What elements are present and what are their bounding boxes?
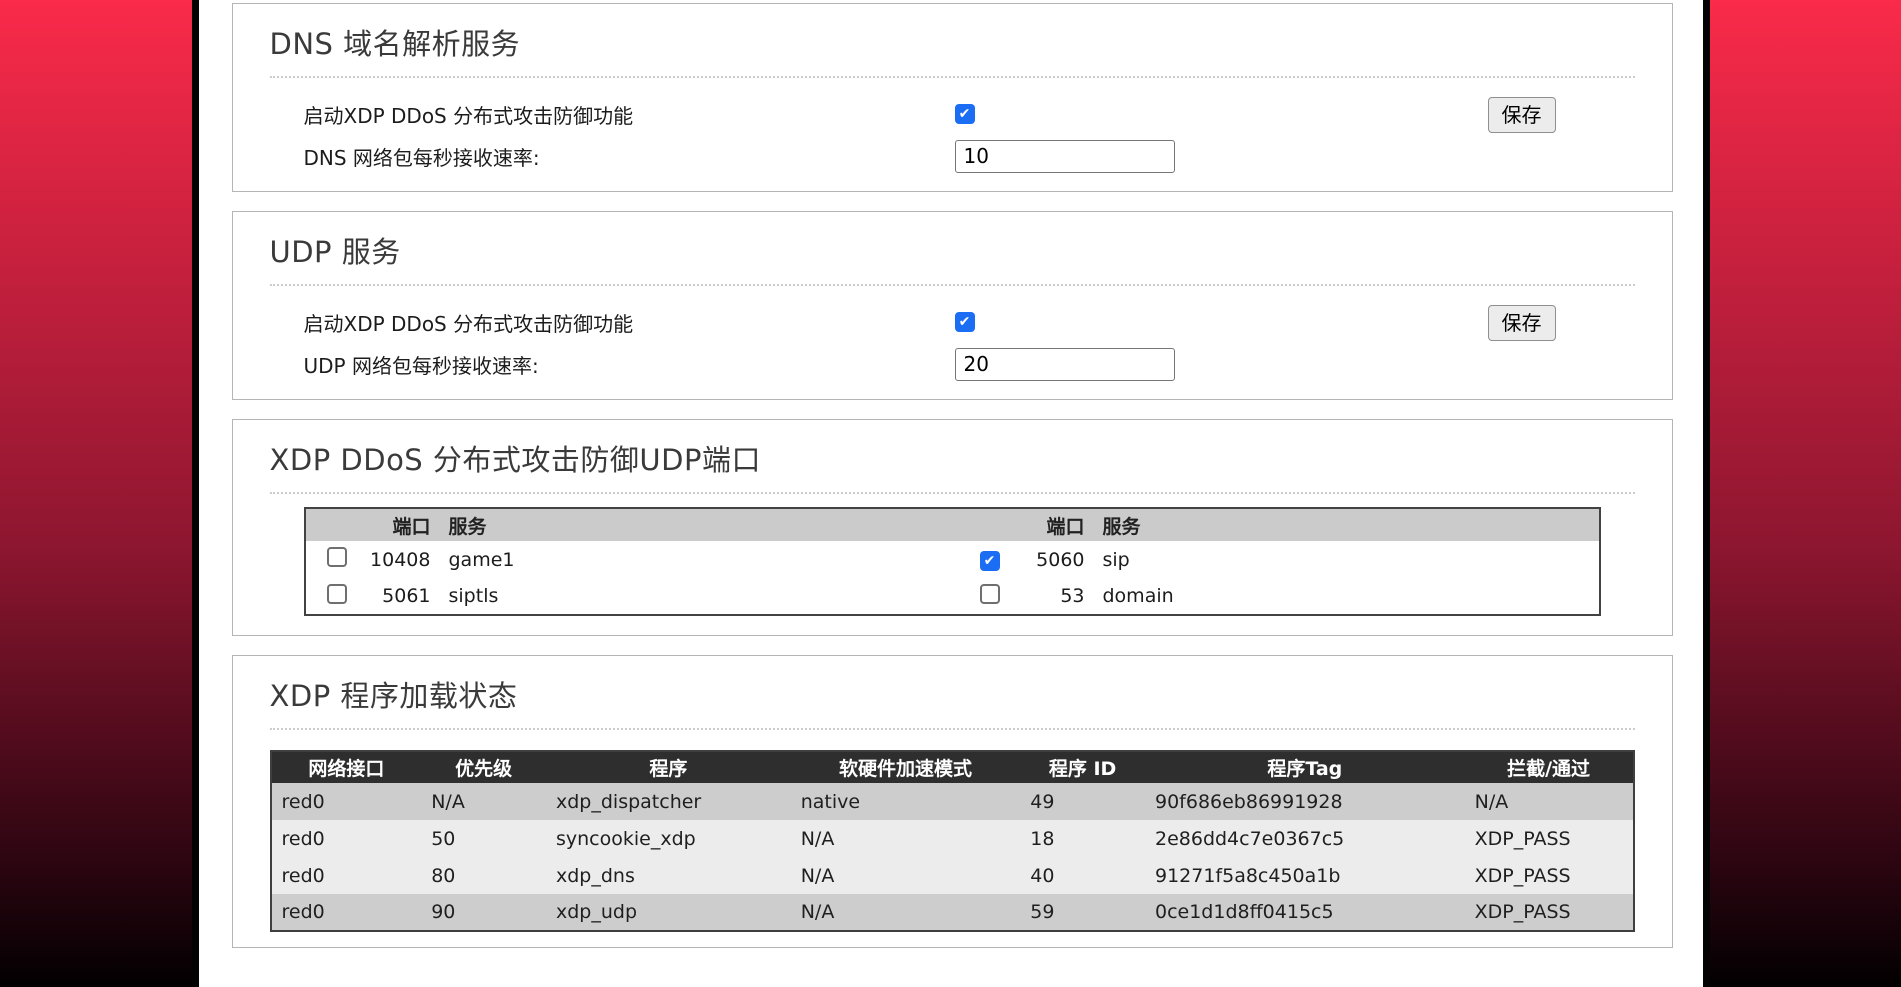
- cell-action: XDP_PASS: [1465, 820, 1634, 857]
- cell-id: 18: [1020, 820, 1145, 857]
- port-number: 10408: [360, 541, 433, 578]
- section-udp: UDP 服务 启动XDP DDoS 分布式攻击防御功能 UDP 网络包每秒接收速…: [232, 211, 1673, 400]
- cell-mode: native: [791, 783, 1021, 820]
- dns-enable-checkbox[interactable]: [955, 104, 975, 124]
- dns-rate-input[interactable]: [955, 140, 1175, 173]
- section-status: XDP 程序加载状态 网络接口 优先级 程序 软硬件加速模式 程序 ID 程序T…: [232, 655, 1673, 948]
- cell-program: xdp_dispatcher: [546, 783, 791, 820]
- cell-tag: 90f686eb86991928: [1145, 783, 1465, 820]
- cell-interface: red0: [271, 783, 422, 820]
- udp-enable-label: 启动XDP DDoS 分布式攻击防御功能: [304, 308, 955, 337]
- divider: [270, 492, 1635, 494]
- cell-priority: N/A: [421, 783, 546, 820]
- status-header-program: 程序: [546, 751, 791, 783]
- section-status-title: XDP 程序加载状态: [270, 676, 1635, 716]
- port-number: 5060: [1014, 541, 1087, 578]
- ports-header-port: 端口: [360, 508, 433, 541]
- section-dns-title: DNS 域名解析服务: [270, 24, 1635, 64]
- divider: [270, 76, 1635, 78]
- udp-rate-label: UDP 网络包每秒接收速率:: [304, 350, 955, 379]
- cell-program: xdp_udp: [546, 894, 791, 931]
- status-header-action: 拦截/通过: [1465, 751, 1634, 783]
- divider: [270, 728, 1635, 730]
- port-number: 5061: [360, 578, 433, 615]
- port-checkbox-5060[interactable]: [980, 551, 1000, 571]
- status-header-priority: 优先级: [421, 751, 546, 783]
- port-checkbox-5061[interactable]: [327, 584, 347, 604]
- content-panel: DNS 域名解析服务 启动XDP DDoS 分布式攻击防御功能 DNS 网络包每…: [192, 0, 1710, 987]
- status-header-tag: 程序Tag: [1145, 751, 1465, 783]
- cell-mode: N/A: [791, 857, 1021, 894]
- port-service: domain: [1087, 578, 1600, 615]
- cell-program: syncookie_xdp: [546, 820, 791, 857]
- ports-table-row: 10408 game1 5060 sip: [305, 541, 1600, 578]
- port-checkbox-10408[interactable]: [327, 547, 347, 567]
- cell-id: 49: [1020, 783, 1145, 820]
- ports-header-spacer: [305, 508, 360, 541]
- dns-rate-label: DNS 网络包每秒接收速率:: [304, 142, 955, 171]
- ports-table-header-row: 端口 服务 端口 服务: [305, 508, 1600, 541]
- dns-save-button[interactable]: 保存: [1488, 97, 1556, 133]
- status-header-interface: 网络接口: [271, 751, 422, 783]
- cell-id: 59: [1020, 894, 1145, 931]
- status-header-mode: 软硬件加速模式: [791, 751, 1021, 783]
- cell-priority: 90: [421, 894, 546, 931]
- cell-priority: 80: [421, 857, 546, 894]
- cell-mode: N/A: [791, 894, 1021, 931]
- cell-action: XDP_PASS: [1465, 894, 1634, 931]
- ports-table-row: 5061 siptls 53 domain: [305, 578, 1600, 615]
- port-service: game1: [433, 541, 959, 578]
- section-ports-title: XDP DDoS 分布式攻击防御UDP端口: [270, 440, 1635, 480]
- cell-tag: 91271f5a8c450a1b: [1145, 857, 1465, 894]
- cell-interface: red0: [271, 857, 422, 894]
- cell-tag: 2e86dd4c7e0367c5: [1145, 820, 1465, 857]
- divider: [270, 284, 1635, 286]
- port-service: sip: [1087, 541, 1600, 578]
- ports-header-spacer: [959, 508, 1014, 541]
- port-service: siptls: [433, 578, 959, 615]
- port-number: 53: [1014, 578, 1087, 615]
- ports-table: 端口 服务 端口 服务 10408 game1 5060 sip: [304, 507, 1601, 616]
- cell-action: N/A: [1465, 783, 1634, 820]
- section-dns: DNS 域名解析服务 启动XDP DDoS 分布式攻击防御功能 DNS 网络包每…: [232, 3, 1673, 192]
- ports-header-service: 服务: [1087, 508, 1600, 541]
- status-table-row: red0 80 xdp_dns N/A 40 91271f5a8c450a1b …: [271, 857, 1634, 894]
- status-table-row: red0 50 syncookie_xdp N/A 18 2e86dd4c7e0…: [271, 820, 1634, 857]
- status-table-header-row: 网络接口 优先级 程序 软硬件加速模式 程序 ID 程序Tag 拦截/通过: [271, 751, 1634, 783]
- cell-interface: red0: [271, 894, 422, 931]
- port-checkbox-53[interactable]: [980, 584, 1000, 604]
- udp-save-button[interactable]: 保存: [1488, 305, 1556, 341]
- dns-enable-label: 启动XDP DDoS 分布式攻击防御功能: [304, 100, 955, 129]
- cell-interface: red0: [271, 820, 422, 857]
- ports-header-port: 端口: [1014, 508, 1087, 541]
- udp-rate-input[interactable]: [955, 348, 1175, 381]
- section-ports: XDP DDoS 分布式攻击防御UDP端口 端口 服务 端口 服务 10408 …: [232, 419, 1673, 636]
- cell-tag: 0ce1d1d8ff0415c5: [1145, 894, 1465, 931]
- cell-mode: N/A: [791, 820, 1021, 857]
- status-table-row: red0 90 xdp_udp N/A 59 0ce1d1d8ff0415c5 …: [271, 894, 1634, 931]
- cell-action: XDP_PASS: [1465, 857, 1634, 894]
- status-header-id: 程序 ID: [1020, 751, 1145, 783]
- section-udp-title: UDP 服务: [270, 232, 1635, 272]
- cell-id: 40: [1020, 857, 1145, 894]
- udp-enable-checkbox[interactable]: [955, 312, 975, 332]
- ports-header-service: 服务: [433, 508, 959, 541]
- status-table-row: red0 N/A xdp_dispatcher native 49 90f686…: [271, 783, 1634, 820]
- cell-program: xdp_dns: [546, 857, 791, 894]
- status-table: 网络接口 优先级 程序 软硬件加速模式 程序 ID 程序Tag 拦截/通过 re…: [270, 750, 1635, 932]
- cell-priority: 50: [421, 820, 546, 857]
